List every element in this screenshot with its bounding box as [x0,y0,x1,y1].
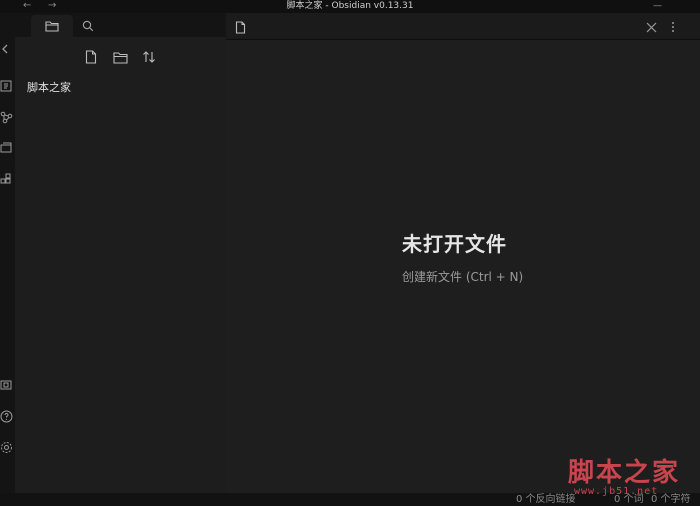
empty-state-title: 未打开文件 [402,232,507,256]
view-header [226,13,700,40]
more-options-icon[interactable] [667,19,679,35]
file-explorer-tab[interactable] [31,15,73,37]
main-pane: 未打开文件 创建新文件 (Ctrl + N) [226,13,700,493]
watermark-url: www.jb51.net [574,486,659,497]
search-icon [82,20,94,32]
file-explorer-sidebar: 脚本之家 [15,13,226,493]
window-title: 脚本之家 - Obsidian v0.13.31 [286,1,414,11]
open-slides-icon[interactable] [0,140,15,156]
watermark-text: 脚本之家 [568,458,681,488]
graph-view-icon[interactable] [0,109,15,125]
close-icon[interactable] [643,19,659,35]
search-tab[interactable] [77,17,99,35]
plugins-icon[interactable] [0,171,15,187]
sort-icon[interactable] [139,47,159,67]
minimize-button[interactable]: — [653,0,662,13]
file-explorer-toolbar [15,43,226,69]
folder-icon [45,21,59,32]
document-icon [233,19,247,35]
file-list-item[interactable]: 脚本之家 [23,79,218,97]
new-folder-icon[interactable] [110,47,130,67]
settings-icon[interactable] [0,439,15,455]
site-watermark: 脚本之家 www.jb51.net [568,452,692,502]
vault-icon[interactable] [0,377,15,393]
backlinks-count: 0 个反向链接 [516,494,576,505]
quick-switcher-icon[interactable] [0,78,15,94]
sidebar-tab-bar [15,13,226,37]
left-ribbon [0,13,15,493]
help-icon[interactable] [0,408,15,424]
title-bar: ← → 脚本之家 - Obsidian v0.13.31 — [0,0,700,13]
collapse-sidebar-icon[interactable] [0,41,15,57]
new-note-icon[interactable] [81,47,101,67]
create-new-file-link[interactable]: 创建新文件 (Ctrl + N) [402,268,523,285]
